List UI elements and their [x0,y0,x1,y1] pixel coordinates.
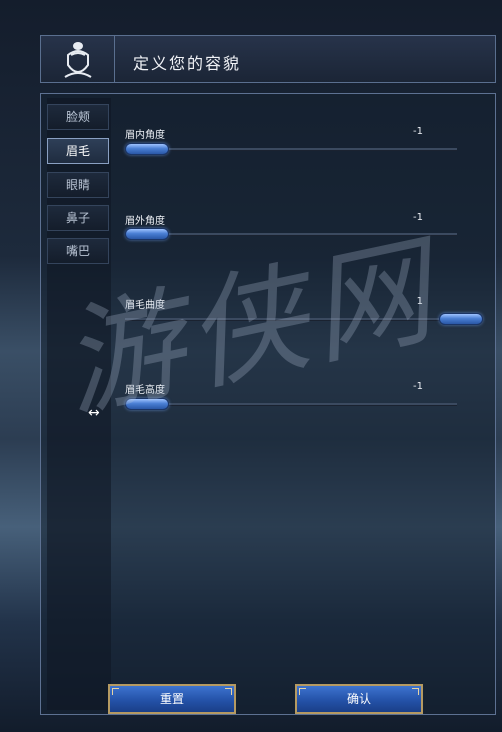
slider-value-curvature: 1 [416,296,423,307]
slider-handle-inner-angle[interactable] [125,143,169,155]
slider-track-height[interactable] [125,403,457,406]
confirm-button[interactable]: 确认 [295,684,423,714]
customization-panel: 脸颊 眉毛 眼睛 鼻子 嘴巴 眉内角度 -1 眉外角度 -1 眉毛曲度 1 眉毛… [40,93,496,715]
slider-label-inner-angle: 眉内角度 [125,130,165,141]
slider-value-outer-angle: -1 [413,212,423,223]
page-title: 定义您的容貌 [133,54,242,73]
slider-label-outer-angle: 眉外角度 [125,216,165,227]
tab-eyes[interactable]: 眼睛 [47,172,109,198]
slider-handle-height[interactable] [125,398,169,410]
slider-label-curvature: 眉毛曲度 [125,300,165,311]
resize-cursor-icon: ↔ [88,405,100,421]
slider-value-inner-angle: -1 [413,126,423,137]
slider-track-curvature[interactable] [125,318,457,321]
slider-value-height: -1 [413,381,423,392]
slider-track-outer-angle[interactable] [125,233,457,236]
slider-track-inner-angle[interactable] [125,148,457,151]
slider-handle-outer-angle[interactable] [125,228,169,240]
tab-eyebrows[interactable]: 眉毛 [47,138,109,164]
tab-nose[interactable]: 鼻子 [47,205,109,231]
slider-handle-curvature[interactable] [439,313,483,325]
feature-sidebar: 脸颊 眉毛 眼睛 鼻子 嘴巴 [47,98,111,710]
header-bar: 定义您的容貌 [40,35,496,83]
avatar [41,36,115,82]
slider-list: 眉内角度 -1 眉外角度 -1 眉毛曲度 1 眉毛高度 -1 [113,98,491,710]
tab-cheeks[interactable]: 脸颊 [47,104,109,130]
reset-button[interactable]: 重置 [108,684,236,714]
tab-mouth[interactable]: 嘴巴 [47,238,109,264]
slider-label-height: 眉毛高度 [125,385,165,396]
face-avatar-icon [63,42,92,78]
